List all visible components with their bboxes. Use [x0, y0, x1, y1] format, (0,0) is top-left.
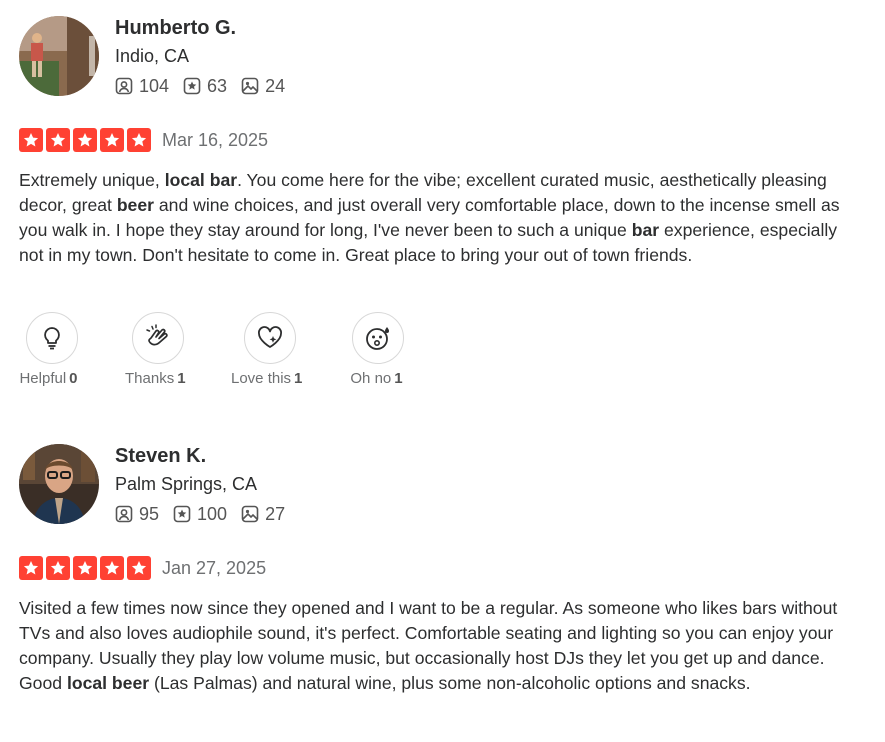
star-rating: [19, 128, 154, 152]
friends-count: 104: [139, 76, 170, 96]
reaction-label: Oh no: [350, 370, 392, 387]
user-avatar[interactable]: [19, 16, 99, 96]
photos-count: 27: [265, 504, 286, 524]
review-text: Visited a few times now since they opene…: [19, 598, 838, 693]
heart-sparkle-icon: [258, 326, 282, 348]
reviews-stat: 100: [173, 502, 227, 526]
review-star-icon: [173, 505, 191, 523]
rating-row: Mar 16, 2025: [19, 128, 268, 152]
photo-icon: [241, 505, 259, 523]
reaction-label: Helpful: [19, 370, 67, 387]
photos-stat: 24: [241, 74, 285, 98]
star-icon: [100, 556, 124, 580]
helpful-button[interactable]: Helpful 0: [19, 312, 78, 387]
friends-count: 95: [139, 504, 160, 524]
thanks-circle[interactable]: [132, 312, 184, 364]
reaction-count: 1: [394, 370, 403, 387]
rating-row: Jan 27, 2025: [19, 556, 266, 580]
user-location: Palm Springs, CA: [115, 474, 258, 494]
photos-stat: 27: [241, 502, 285, 526]
oh-no-button[interactable]: Oh no 1: [349, 312, 404, 387]
star-icon: [100, 128, 124, 152]
reviews-count: 100: [197, 504, 228, 524]
user-location: Indio, CA: [115, 46, 190, 66]
user-name[interactable]: Steven K.: [115, 444, 206, 468]
surprised-face-icon: [366, 327, 389, 350]
friends-icon: [115, 505, 133, 523]
reaction-label: Love this: [231, 370, 292, 387]
reaction-count: 1: [177, 370, 186, 387]
reviews-stat: 63: [183, 74, 227, 98]
star-icon: [46, 128, 70, 152]
review-date: Jan 27, 2025: [162, 557, 267, 578]
reaction-count: 0: [69, 370, 78, 387]
helpful-circle[interactable]: [26, 312, 78, 364]
photos-count: 24: [265, 76, 286, 96]
star-icon: [46, 556, 70, 580]
star-icon: [73, 128, 97, 152]
review-text: Extremely unique, local bar. You come he…: [19, 170, 840, 265]
star-icon: [19, 556, 43, 580]
oh-no-circle[interactable]: [352, 312, 404, 364]
photo-icon: [241, 77, 259, 95]
friends-stat: 104: [115, 74, 169, 98]
reaction-count: 1: [294, 370, 303, 387]
reaction-bar: Helpful 0 Thanks 1 Love this 1 Oh no 1: [19, 312, 519, 392]
friends-icon: [115, 77, 133, 95]
reviews-count: 63: [207, 76, 228, 96]
star-rating: [19, 556, 154, 580]
star-icon: [19, 128, 43, 152]
love-this-button[interactable]: Love this 1: [231, 312, 302, 387]
star-icon: [73, 556, 97, 580]
thanks-button[interactable]: Thanks 1: [125, 312, 186, 387]
star-icon: [127, 556, 151, 580]
user-stats: 95 100 27: [115, 502, 299, 526]
user-stats: 104 63 24: [115, 74, 299, 98]
user-avatar[interactable]: [19, 444, 99, 524]
lightbulb-icon: [44, 327, 60, 350]
user-name[interactable]: Humberto G.: [115, 16, 236, 40]
review-star-icon: [183, 77, 201, 95]
star-icon: [127, 128, 151, 152]
clapping-hands-icon: [146, 324, 168, 346]
friends-stat: 95: [115, 502, 159, 526]
reaction-label: Thanks: [125, 370, 175, 387]
review-date: Mar 16, 2025: [162, 129, 269, 150]
love-this-circle[interactable]: [244, 312, 296, 364]
